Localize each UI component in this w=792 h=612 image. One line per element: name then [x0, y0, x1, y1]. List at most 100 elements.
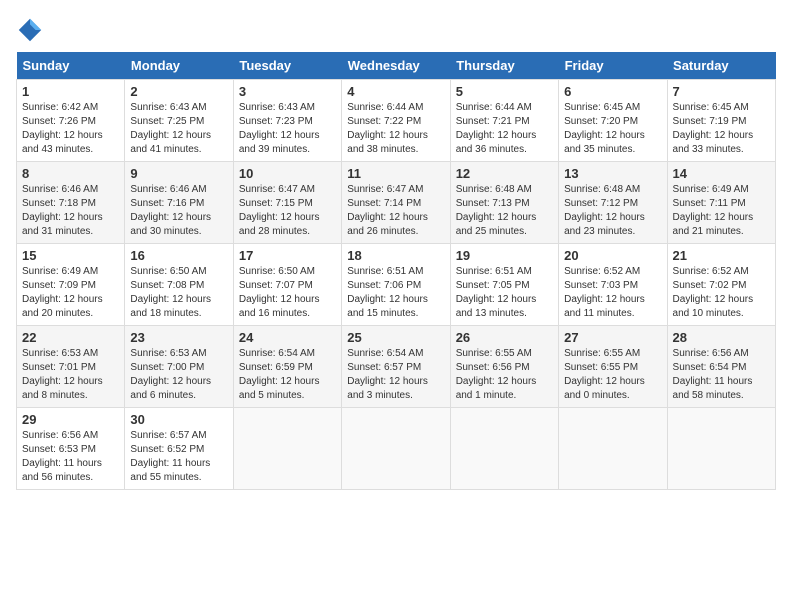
day-number: 4: [347, 84, 444, 99]
day-number: 14: [673, 166, 770, 181]
cell-info: Sunrise: 6:50 AMSunset: 7:08 PMDaylight:…: [130, 266, 211, 319]
day-number: 10: [239, 166, 336, 181]
day-number: 19: [456, 248, 553, 263]
cell-info: Sunrise: 6:49 AMSunset: 7:11 PMDaylight:…: [673, 184, 754, 237]
calendar-cell: 21 Sunrise: 6:52 AMSunset: 7:02 PMDayligh…: [667, 244, 775, 326]
day-number: 18: [347, 248, 444, 263]
day-number: 11: [347, 166, 444, 181]
day-number: 9: [130, 166, 227, 181]
calendar-cell: 25 Sunrise: 6:54 AMSunset: 6:57 PMDayligh…: [342, 326, 450, 408]
day-number: 13: [564, 166, 661, 181]
logo: [16, 16, 48, 44]
calendar-cell: 23 Sunrise: 6:53 AMSunset: 7:00 PMDayligh…: [125, 326, 233, 408]
cell-info: Sunrise: 6:46 AMSunset: 7:18 PMDaylight:…: [22, 184, 103, 237]
calendar-cell: [667, 408, 775, 490]
calendar-cell: 7 Sunrise: 6:45 AMSunset: 7:19 PMDaylight…: [667, 80, 775, 162]
day-number: 20: [564, 248, 661, 263]
page-header: [16, 16, 776, 44]
day-header-saturday: Saturday: [667, 52, 775, 80]
calendar-cell: 19 Sunrise: 6:51 AMSunset: 7:05 PMDayligh…: [450, 244, 558, 326]
cell-info: Sunrise: 6:51 AMSunset: 7:05 PMDaylight:…: [456, 266, 537, 319]
day-number: 30: [130, 412, 227, 427]
cell-info: Sunrise: 6:44 AMSunset: 7:21 PMDaylight:…: [456, 102, 537, 155]
day-number: 21: [673, 248, 770, 263]
cell-info: Sunrise: 6:57 AMSunset: 6:52 PMDaylight:…: [130, 430, 210, 483]
week-row-1: 1 Sunrise: 6:42 AMSunset: 7:26 PMDaylight…: [17, 80, 776, 162]
calendar-cell: 16 Sunrise: 6:50 AMSunset: 7:08 PMDayligh…: [125, 244, 233, 326]
cell-info: Sunrise: 6:54 AMSunset: 6:59 PMDaylight:…: [239, 348, 320, 401]
cell-info: Sunrise: 6:42 AMSunset: 7:26 PMDaylight:…: [22, 102, 103, 155]
calendar-cell: 14 Sunrise: 6:49 AMSunset: 7:11 PMDayligh…: [667, 162, 775, 244]
calendar-cell: 13 Sunrise: 6:48 AMSunset: 7:12 PMDayligh…: [559, 162, 667, 244]
cell-info: Sunrise: 6:45 AMSunset: 7:20 PMDaylight:…: [564, 102, 645, 155]
cell-info: Sunrise: 6:52 AMSunset: 7:03 PMDaylight:…: [564, 266, 645, 319]
calendar-cell: 9 Sunrise: 6:46 AMSunset: 7:16 PMDaylight…: [125, 162, 233, 244]
calendar-cell: 3 Sunrise: 6:43 AMSunset: 7:23 PMDaylight…: [233, 80, 341, 162]
cell-info: Sunrise: 6:52 AMSunset: 7:02 PMDaylight:…: [673, 266, 754, 319]
calendar-cell: 26Sunrise: 6:55 AMSunset: 6:56 PMDayligh…: [450, 326, 558, 408]
day-number: 16: [130, 248, 227, 263]
day-number: 26: [456, 330, 553, 345]
calendar-cell: 11 Sunrise: 6:47 AMSunset: 7:14 PMDayligh…: [342, 162, 450, 244]
calendar-cell: 24 Sunrise: 6:54 AMSunset: 6:59 PMDayligh…: [233, 326, 341, 408]
calendar-cell: 15 Sunrise: 6:49 AMSunset: 7:09 PMDayligh…: [17, 244, 125, 326]
calendar-cell: 12 Sunrise: 6:48 AMSunset: 7:13 PMDayligh…: [450, 162, 558, 244]
cell-info: Sunrise: 6:43 AMSunset: 7:23 PMDaylight:…: [239, 102, 320, 155]
day-header-tuesday: Tuesday: [233, 52, 341, 80]
calendar-cell: [450, 408, 558, 490]
day-number: 22: [22, 330, 119, 345]
week-row-3: 15 Sunrise: 6:49 AMSunset: 7:09 PMDayligh…: [17, 244, 776, 326]
day-header-thursday: Thursday: [450, 52, 558, 80]
cell-info: Sunrise: 6:50 AMSunset: 7:07 PMDaylight:…: [239, 266, 320, 319]
cell-info: Sunrise: 6:54 AMSunset: 6:57 PMDaylight:…: [347, 348, 428, 401]
calendar-cell: 30 Sunrise: 6:57 AMSunset: 6:52 PMDayligh…: [125, 408, 233, 490]
calendar-cell: 29Sunrise: 6:56 AMSunset: 6:53 PMDayligh…: [17, 408, 125, 490]
week-row-2: 8Sunrise: 6:46 AMSunset: 7:18 PMDaylight…: [17, 162, 776, 244]
day-number: 15: [22, 248, 119, 263]
calendar-cell: [233, 408, 341, 490]
cell-info: Sunrise: 6:53 AMSunset: 7:00 PMDaylight:…: [130, 348, 211, 401]
day-number: 2: [130, 84, 227, 99]
day-number: 23: [130, 330, 227, 345]
cell-info: Sunrise: 6:47 AMSunset: 7:15 PMDaylight:…: [239, 184, 320, 237]
calendar-cell: 10 Sunrise: 6:47 AMSunset: 7:15 PMDayligh…: [233, 162, 341, 244]
calendar-cell: 17 Sunrise: 6:50 AMSunset: 7:07 PMDayligh…: [233, 244, 341, 326]
day-number: 25: [347, 330, 444, 345]
day-number: 27: [564, 330, 661, 345]
calendar-cell: [342, 408, 450, 490]
cell-info: Sunrise: 6:46 AMSunset: 7:16 PMDaylight:…: [130, 184, 211, 237]
logo-icon: [16, 16, 44, 44]
day-number: 6: [564, 84, 661, 99]
cell-info: Sunrise: 6:48 AMSunset: 7:12 PMDaylight:…: [564, 184, 645, 237]
day-header-sunday: Sunday: [17, 52, 125, 80]
calendar-cell: 8Sunrise: 6:46 AMSunset: 7:18 PMDaylight…: [17, 162, 125, 244]
calendar-cell: 2Sunrise: 6:43 AMSunset: 7:25 PMDaylight…: [125, 80, 233, 162]
cell-info: Sunrise: 6:53 AMSunset: 7:01 PMDaylight:…: [22, 348, 103, 401]
day-number: 1: [22, 84, 119, 99]
day-number: 7: [673, 84, 770, 99]
cell-info: Sunrise: 6:51 AMSunset: 7:06 PMDaylight:…: [347, 266, 428, 319]
week-row-4: 22 Sunrise: 6:53 AMSunset: 7:01 PMDayligh…: [17, 326, 776, 408]
calendar-cell: 28 Sunrise: 6:56 AMSunset: 6:54 PMDayligh…: [667, 326, 775, 408]
cell-info: Sunrise: 6:48 AMSunset: 7:13 PMDaylight:…: [456, 184, 537, 237]
cell-info: Sunrise: 6:49 AMSunset: 7:09 PMDaylight:…: [22, 266, 103, 319]
day-number: 12: [456, 166, 553, 181]
day-header-monday: Monday: [125, 52, 233, 80]
day-number: 17: [239, 248, 336, 263]
calendar-cell: 4 Sunrise: 6:44 AMSunset: 7:22 PMDaylight…: [342, 80, 450, 162]
calendar-cell: 27 Sunrise: 6:55 AMSunset: 6:55 PMDayligh…: [559, 326, 667, 408]
calendar-cell: 20 Sunrise: 6:52 AMSunset: 7:03 PMDayligh…: [559, 244, 667, 326]
calendar-cell: 5 Sunrise: 6:44 AMSunset: 7:21 PMDaylight…: [450, 80, 558, 162]
day-header-wednesday: Wednesday: [342, 52, 450, 80]
cell-info: Sunrise: 6:47 AMSunset: 7:14 PMDaylight:…: [347, 184, 428, 237]
cell-info: Sunrise: 6:44 AMSunset: 7:22 PMDaylight:…: [347, 102, 428, 155]
day-number: 24: [239, 330, 336, 345]
calendar-table: SundayMondayTuesdayWednesdayThursdayFrid…: [16, 52, 776, 490]
cell-info: Sunrise: 6:45 AMSunset: 7:19 PMDaylight:…: [673, 102, 754, 155]
cell-info: Sunrise: 6:56 AMSunset: 6:54 PMDaylight:…: [673, 348, 753, 401]
day-number: 28: [673, 330, 770, 345]
day-number: 5: [456, 84, 553, 99]
day-header-friday: Friday: [559, 52, 667, 80]
day-number: 3: [239, 84, 336, 99]
cell-info: Sunrise: 6:55 AMSunset: 6:55 PMDaylight:…: [564, 348, 645, 401]
